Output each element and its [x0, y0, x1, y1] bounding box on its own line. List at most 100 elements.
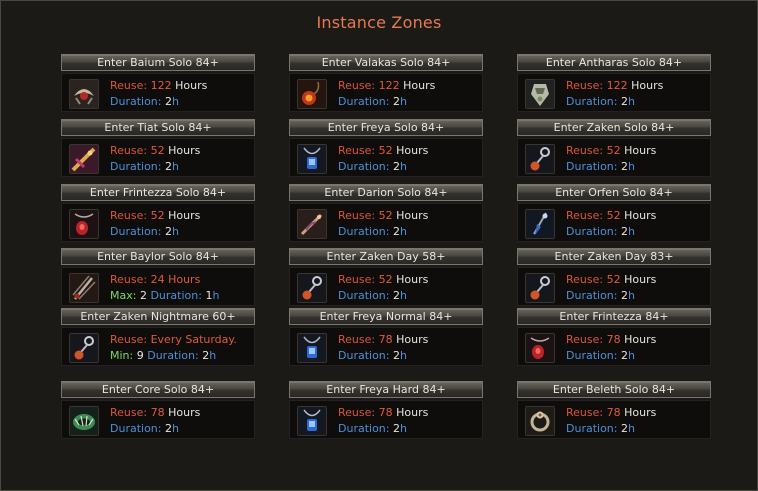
- duration-unit: h: [399, 422, 407, 435]
- duration-label: Duration:: [566, 225, 618, 238]
- duration-value: 2: [392, 422, 400, 435]
- reuse-unit: Hours: [168, 209, 201, 222]
- enter-zone-button[interactable]: Enter Core Solo 84+: [61, 381, 255, 398]
- duration-unit: h: [627, 95, 635, 108]
- enter-zone-button[interactable]: Enter Freya Hard 84+: [289, 381, 483, 398]
- duration-unit: h: [627, 225, 635, 238]
- duration-line: Duration: 2h: [110, 225, 179, 238]
- reuse-value: 78: [150, 406, 165, 419]
- instance-zone-card: Enter Antharas Solo 84+ Reuse: 122 Hours D…: [517, 54, 711, 114]
- enter-zone-button[interactable]: Enter Darion Solo 84+: [289, 184, 483, 201]
- reuse-value: 52: [606, 209, 621, 222]
- reuse-unit: Hours: [624, 273, 657, 286]
- instance-zone-card: Enter Tiat Solo 84+ Reuse: 52 Hours Durati…: [61, 119, 255, 179]
- reuse-line: Reuse: 78 Hours: [566, 406, 656, 419]
- enter-zone-button[interactable]: Enter Tiat Solo 84+: [61, 119, 255, 136]
- enter-zone-button[interactable]: Enter Freya Normal 84+: [289, 308, 483, 325]
- enter-zone-button[interactable]: Enter Baylor Solo 84+: [61, 248, 255, 265]
- zone-info-panel: Reuse: Every Saturday. Min: 9 Duration: 2…: [61, 327, 255, 366]
- duration-label: Duration:: [566, 95, 618, 108]
- zone-info-panel: Reuse: 52 Hours Duration: 2h: [517, 267, 711, 306]
- reuse-label: Reuse:: [110, 406, 148, 419]
- enter-zone-button[interactable]: Enter Zaken Day 83+: [517, 248, 711, 265]
- reuse-label: Reuse:: [566, 79, 604, 92]
- zone-info-panel: Reuse: 122 Hours Duration: 2h: [61, 73, 255, 112]
- duration-unit: h: [399, 289, 407, 302]
- enter-zone-button[interactable]: Enter Frintezza 84+: [517, 308, 711, 325]
- reuse-label: Reuse:: [566, 273, 604, 286]
- reuse-line: Reuse: 52 Hours: [566, 144, 656, 157]
- reuse-unit: Hours: [631, 79, 664, 92]
- duration-line: Duration: 2h: [566, 289, 635, 302]
- zaken-earring-icon: [69, 333, 99, 363]
- enter-zone-button[interactable]: Enter Beleth Solo 84+: [517, 381, 711, 398]
- duration-unit: h: [627, 349, 635, 362]
- enter-zone-button[interactable]: Enter Freya Solo 84+: [289, 119, 483, 136]
- instance-zone-card: Enter Freya Hard 84+ Reuse: 78 Hours Durat…: [289, 381, 483, 441]
- enter-zone-button[interactable]: Enter Baium Solo 84+: [61, 54, 255, 71]
- reuse-label: Reuse:: [338, 79, 376, 92]
- tiat-weapon-icon: [69, 144, 99, 174]
- min-label: Min:: [110, 349, 134, 362]
- duration-line: Duration: 2h: [338, 422, 407, 435]
- enter-zone-button[interactable]: Enter Antharas Solo 84+: [517, 54, 711, 71]
- reuse-unit: Hours: [396, 333, 429, 346]
- duration-line: Duration: 2h: [566, 422, 635, 435]
- duration-value: 2: [392, 95, 400, 108]
- duration-unit: h: [399, 95, 407, 108]
- duration-line: Duration: 2h: [338, 160, 407, 173]
- duration-label: Duration:: [338, 422, 390, 435]
- min-value: 9: [136, 349, 144, 362]
- enter-zone-button[interactable]: Enter Zaken Day 58+: [289, 248, 483, 265]
- duration-value: 2: [164, 95, 172, 108]
- frintezza-necklace-icon: [69, 209, 99, 239]
- duration-value: 2: [392, 225, 400, 238]
- orfen-earring-icon: [525, 209, 555, 239]
- reuse-unit: Hours: [168, 144, 201, 157]
- zaken-earring-icon: [525, 273, 555, 303]
- instance-zone-card: Enter Baium Solo 84+ Reuse: 122 Hours Dura…: [61, 54, 255, 114]
- duration-value: 2: [164, 160, 172, 173]
- darion-weapon-icon: [297, 209, 327, 239]
- enter-zone-button[interactable]: Enter Valakas Solo 84+: [289, 54, 483, 71]
- zone-info-panel: Reuse: 52 Hours Duration: 2h: [517, 203, 711, 242]
- reuse-unit: Hours: [396, 144, 429, 157]
- enter-zone-button[interactable]: Enter Frintezza Solo 84+: [61, 184, 255, 201]
- max-label: Max:: [110, 289, 137, 302]
- zone-info-panel: Reuse: 78 Hours Duration: 2h: [61, 400, 255, 439]
- reuse-label: Reuse:: [338, 406, 376, 419]
- reuse-line: Reuse: 52 Hours: [338, 209, 428, 222]
- zaken-earring-icon: [297, 273, 327, 303]
- reuse-line: Reuse: 52 Hours: [110, 144, 200, 157]
- zone-info-panel: Reuse: 52 Hours Duration: 2h: [289, 267, 483, 306]
- enter-zone-button[interactable]: Enter Zaken Nightmare 60+: [61, 308, 255, 325]
- instance-zone-card: Enter Valakas Solo 84+ Reuse: 122 Hours Du…: [289, 54, 483, 114]
- duration-label: Duration:: [338, 349, 390, 362]
- duration-label: Duration:: [110, 422, 162, 435]
- zones-grid: Enter Baium Solo 84+ Reuse: 122 Hours Dura…: [0, 0, 758, 491]
- duration-label: Duration:: [566, 349, 618, 362]
- reuse-line: Reuse: 122 Hours: [338, 79, 435, 92]
- duration-label: Duration:: [147, 349, 199, 362]
- enter-zone-button[interactable]: Enter Orfen Solo 84+: [517, 184, 711, 201]
- duration-line: Duration: 2h: [338, 225, 407, 238]
- instance-zone-card: Enter Frintezza Solo 84+ Reuse: 52 Hours D…: [61, 184, 255, 244]
- enter-zone-button[interactable]: Enter Zaken Solo 84+: [517, 119, 711, 136]
- reuse-line: Reuse: 122 Hours: [566, 79, 663, 92]
- valakas-necklace-icon: [297, 79, 327, 109]
- freya-necklace-icon: [297, 144, 327, 174]
- beleth-ring-icon: [525, 406, 555, 436]
- zone-info-panel: Reuse: 24 Hours Max: 2 Duration: 1h: [61, 267, 255, 306]
- zone-info-panel: Reuse: 52 Hours Duration: 2h: [61, 138, 255, 177]
- duration-unit: h: [171, 422, 179, 435]
- reuse-label: Reuse:: [566, 406, 604, 419]
- reuse-label: Reuse:: [338, 144, 376, 157]
- reuse-value: 122: [378, 79, 400, 92]
- duration-value: 2: [620, 95, 628, 108]
- duration-line: Duration: 2h: [566, 349, 635, 362]
- zone-info-panel: Reuse: 52 Hours Duration: 2h: [61, 203, 255, 242]
- reuse-label: Reuse:: [566, 209, 604, 222]
- reuse-label: Reuse:: [110, 79, 148, 92]
- duration-value: 2: [392, 289, 400, 302]
- reuse-line: Reuse: 78 Hours: [110, 406, 200, 419]
